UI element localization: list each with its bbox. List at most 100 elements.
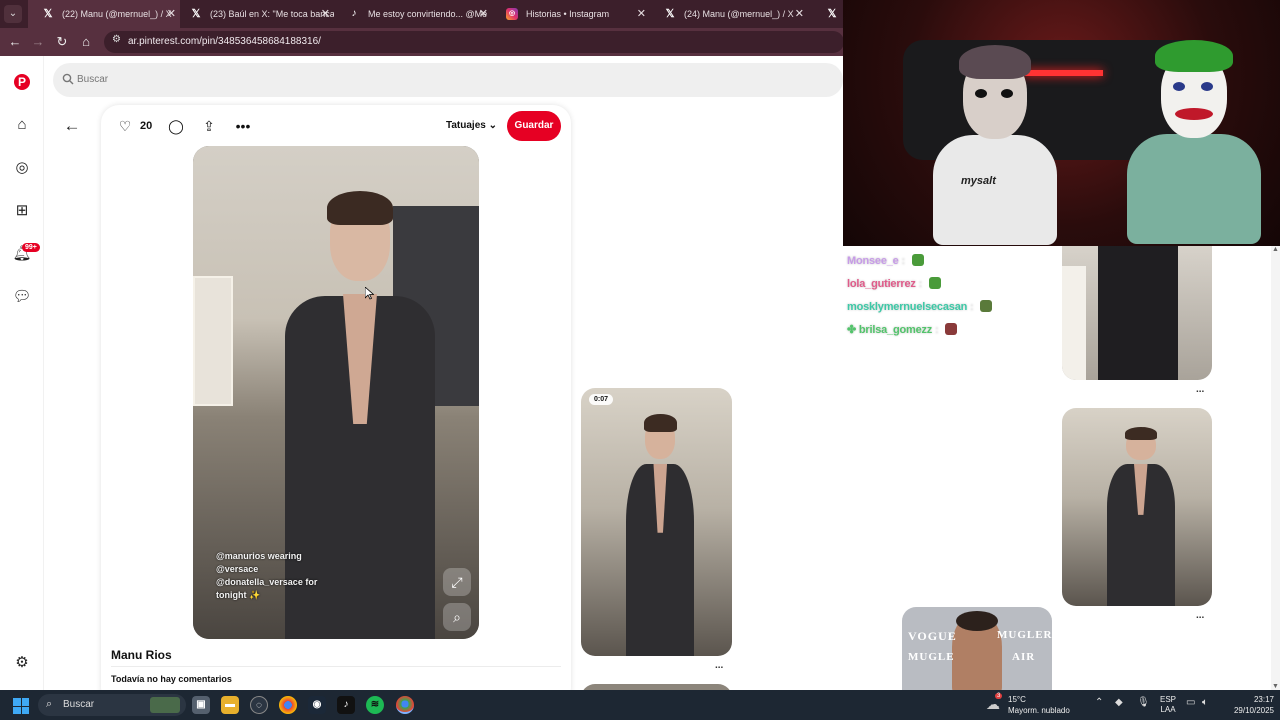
webcam-overlay: mysalt xyxy=(843,0,1280,246)
weather-alert-badge: 3 xyxy=(995,693,1003,699)
pepe-frog-emote xyxy=(928,277,941,289)
related-pin[interactable]: 0:07 xyxy=(581,388,732,656)
x-logo-icon: 𝕏 xyxy=(665,8,675,20)
close-icon[interactable]: ✕ xyxy=(167,0,176,28)
language-indicator[interactable]: ESP LAA xyxy=(1160,695,1176,715)
tiktok-icon[interactable]: ♪ xyxy=(337,696,355,714)
badge-icon: ✤ xyxy=(847,324,857,336)
browser-tab[interactable]: ◎ Historias • Instagram ✕ xyxy=(492,0,650,28)
site-info-icon[interactable]: ⚙ xyxy=(112,34,121,45)
home-icon[interactable]: ⌂ xyxy=(12,115,32,135)
sidebar: P ⌂ ◎ ⊞ 🔔︎ 99+ 💬︎ ⚙ xyxy=(0,56,44,690)
more-options-icon[interactable]: ... xyxy=(715,660,723,671)
x-logo-icon: 𝕏 xyxy=(191,8,201,20)
chevron-down-icon: ⌄ xyxy=(488,120,498,131)
comment-icon[interactable]: ◯ xyxy=(167,115,185,137)
board-name: Tatuajes xyxy=(446,120,486,131)
close-icon[interactable]: ✕ xyxy=(479,0,488,28)
settings-gear-icon[interactable]: ⚙ xyxy=(12,653,32,673)
shirt-print: mysalt xyxy=(961,175,996,187)
like-count: 20 xyxy=(140,120,153,132)
task-view-icon[interactable]: ▣ xyxy=(192,696,210,714)
back-arrow-icon[interactable]: ← xyxy=(62,116,82,136)
chrome-profile-icon[interactable] xyxy=(396,696,414,714)
close-icon[interactable]: ✕ xyxy=(321,0,330,28)
pinterest-logo-icon[interactable]: P xyxy=(14,74,30,90)
screen: ⌄ 𝕏 (22) Manu (@mernuel_) / X ✕ 𝕏 (23) B… xyxy=(0,0,1280,720)
tab-title: (22) Manu (@mernuel_) / X xyxy=(62,9,172,19)
reload-icon[interactable]: ↻ xyxy=(53,33,71,51)
tab-title: Me estoy convirtiendo... @Me xyxy=(368,9,488,19)
clock-date: 29/10/2025 xyxy=(1233,706,1274,715)
tab-title: (23) Baúl en X: "Me toca banca xyxy=(210,9,334,19)
file-explorer-icon[interactable]: ▬ xyxy=(221,696,239,714)
tab-search-menu-icon[interactable]: ⌄ xyxy=(4,5,22,23)
video-mirror xyxy=(193,276,233,406)
scroll-down-icon[interactable]: ▼ xyxy=(1272,683,1279,690)
x-logo-icon: 𝕏 xyxy=(827,8,837,20)
hat-emote xyxy=(980,300,993,312)
clock-time: 23:17 xyxy=(1253,695,1274,704)
explore-compass-icon[interactable]: ◎ xyxy=(12,158,32,178)
search-icon: ⌕ xyxy=(46,698,53,710)
visual-search-icon[interactable]: ⌕ xyxy=(443,603,471,631)
chat-message: ✤ brilsa_gomezz : xyxy=(847,323,958,336)
forward-arrow-icon[interactable]: → xyxy=(29,33,47,51)
steam-icon[interactable]: ◉ xyxy=(308,696,326,714)
page-scrollbar[interactable]: ▲ ▼ xyxy=(1271,246,1280,690)
tab-title: Historias • Instagram xyxy=(526,9,610,19)
url-text: ar.pinterest.com/pin/348536458684188316/ xyxy=(128,36,321,47)
share-icon[interactable]: ⇪ xyxy=(200,115,218,137)
network-app-icon[interactable]: ◆ xyxy=(1115,697,1123,708)
microphone-icon[interactable]: 🎙︎ xyxy=(1137,697,1150,708)
chat-username: mosklymernuelsecasan xyxy=(847,301,968,313)
scroll-up-icon[interactable]: ▲ xyxy=(1272,246,1279,253)
back-arrow-icon[interactable]: ← xyxy=(6,33,24,51)
save-button[interactable]: Guardar xyxy=(507,111,561,141)
notification-badge: 99+ xyxy=(22,243,40,252)
search-icon xyxy=(62,73,74,85)
speaker-icon[interactable]: 🔈︎ xyxy=(1202,697,1208,708)
chat-username: Monsee_e xyxy=(847,255,899,267)
instagram-logo-icon: ◎ xyxy=(506,8,518,20)
pin-video[interactable]: @manurios wearing @versace @donatella_ve… xyxy=(193,146,479,639)
related-pin-image xyxy=(626,409,695,656)
spotify-icon[interactable]: ≋ xyxy=(366,696,384,714)
create-plus-icon[interactable]: ⊞ xyxy=(12,201,32,221)
chrome-icon[interactable] xyxy=(279,696,297,714)
pin-title: Manu Rios xyxy=(111,648,172,662)
display-icon[interactable]: ▭ xyxy=(1186,697,1195,708)
related-pin[interactable] xyxy=(1062,408,1212,606)
clock[interactable]: 23:17 29/10/2025 xyxy=(1224,694,1274,716)
more-options-icon[interactable]: ... xyxy=(1196,384,1204,395)
browser-tab[interactable]: 𝕏 (22) Manu (@mernuel_) / X ✕ xyxy=(28,0,180,28)
sticker-emote xyxy=(945,323,958,335)
browser-tab[interactable]: ♪ Me estoy convirtiendo... @Me ✕ xyxy=(334,0,492,28)
close-icon[interactable]: ✕ xyxy=(795,0,804,28)
more-options-icon[interactable]: ••• xyxy=(233,115,253,137)
pepe-frog-emote xyxy=(911,254,924,266)
divider xyxy=(111,666,561,667)
close-icon[interactable]: ✕ xyxy=(637,0,646,28)
app-icon[interactable]: ◌ xyxy=(250,696,268,714)
search-input[interactable]: Buscar xyxy=(53,63,843,97)
more-options-icon[interactable]: ... xyxy=(1196,610,1204,621)
expand-icon[interactable]: ⤢ xyxy=(443,568,471,596)
board-dropdown[interactable]: Tatuajes ⌄ xyxy=(446,115,497,137)
video-duration: 0:07 xyxy=(589,394,614,405)
browser-tab[interactable]: 𝕏 xyxy=(808,0,844,28)
weather-temp: 15°C xyxy=(1008,695,1026,704)
chevron-up-icon[interactable]: ⌃ xyxy=(1095,697,1103,708)
chat-message: lola_gutierrez : xyxy=(847,277,941,290)
browser-tab[interactable]: 𝕏 (23) Baúl en X: "Me toca banca ✕ xyxy=(176,0,334,28)
heart-icon[interactable]: ♡ xyxy=(116,115,134,137)
related-pin-magazine[interactable]: VOGUE MUGLER MUGLE AIR xyxy=(902,607,1052,690)
related-pin[interactable] xyxy=(1062,246,1212,380)
taskbar-search[interactable]: ⌕ Buscar xyxy=(38,694,186,716)
home-icon[interactable]: ⌂ xyxy=(77,33,95,51)
address-bar[interactable]: ⚙ ar.pinterest.com/pin/34853645868418831… xyxy=(104,31,844,53)
windows-start-icon[interactable] xyxy=(13,698,29,714)
taskbar: ⌕ Buscar ▣ ▬ ◌ ◉ ♪ ≋ ☁ 3 15°C Mayorm. nu… xyxy=(0,690,1280,720)
messages-icon[interactable]: 💬︎ xyxy=(12,287,32,307)
browser-tab[interactable]: 𝕏 (24) Manu (@mernuel_) / X ✕ xyxy=(650,0,808,28)
